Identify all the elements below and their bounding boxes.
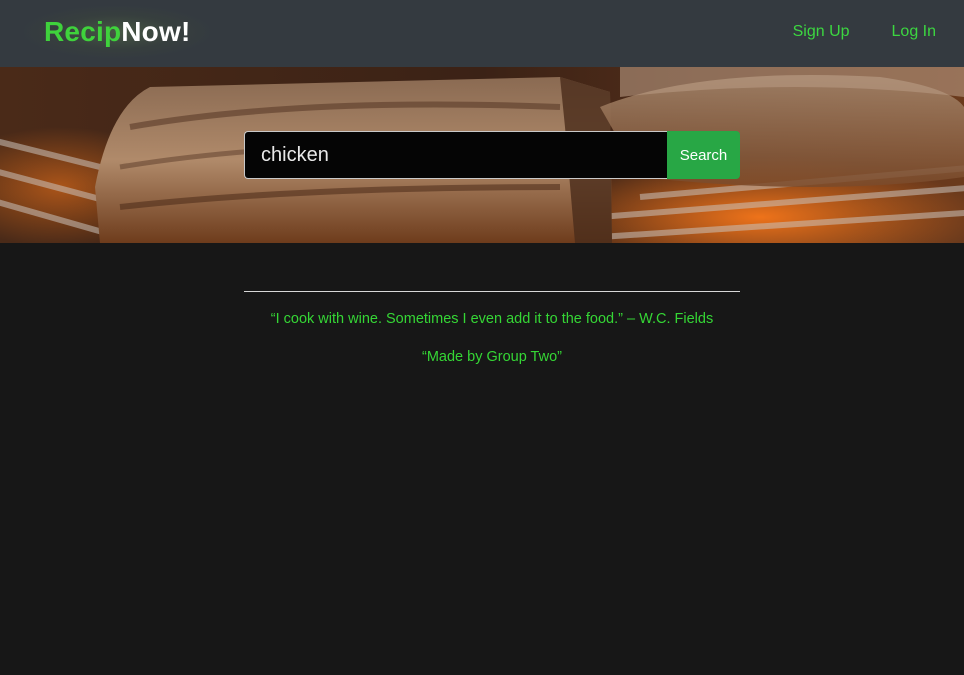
search-form: Search (244, 131, 740, 179)
search-input[interactable] (244, 131, 667, 179)
divider (244, 291, 740, 292)
credit-text: “Made by Group Two” (422, 349, 562, 365)
quote-text: “I cook with wine. Sometimes I even add … (270, 311, 714, 327)
brand-name-part2: Now! (121, 16, 191, 47)
search-button[interactable]: Search (667, 131, 740, 179)
navbar: Recip Now! Sign Up Log In (0, 0, 964, 67)
brand-name-part1: Recip (44, 16, 122, 47)
sign-up-link[interactable]: Sign Up (793, 23, 850, 41)
nav-links: Sign Up Log In (793, 0, 936, 64)
brand-logo-link[interactable]: Recip Now! (24, 6, 211, 58)
log-in-link[interactable]: Log In (892, 23, 936, 41)
